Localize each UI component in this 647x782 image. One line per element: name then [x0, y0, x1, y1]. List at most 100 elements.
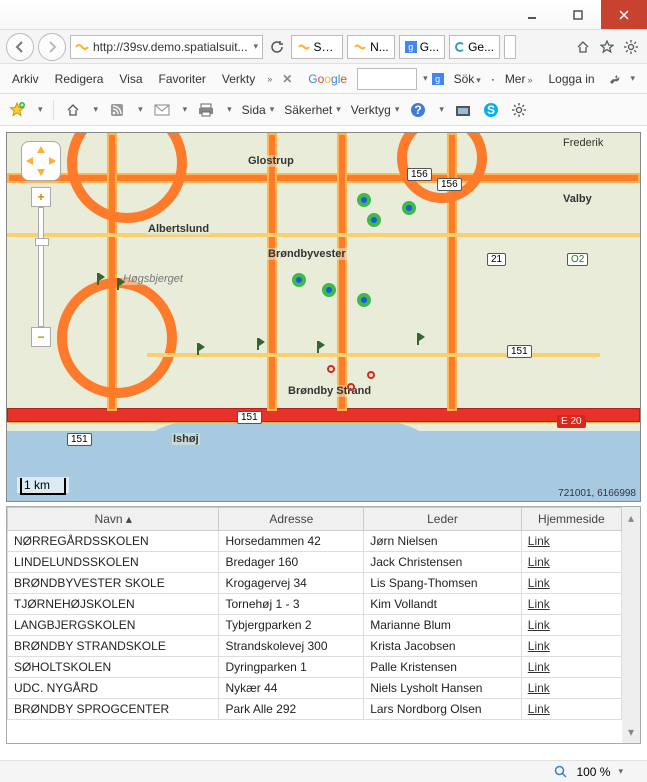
- screenshot-icon[interactable]: [454, 101, 472, 119]
- refresh-button[interactable]: [267, 37, 287, 57]
- table-row[interactable]: LANGBJERGSKOLENTybjergparken 2Marianne B…: [8, 615, 622, 636]
- window-titlebar: [0, 0, 647, 30]
- google-search-input[interactable]: [357, 68, 417, 90]
- table-row[interactable]: SØHOLTSKOLENDyringparken 1Palle Kristens…: [8, 657, 622, 678]
- verktyg-menu[interactable]: Verktyg▾: [351, 103, 400, 117]
- close-tab-x[interactable]: ✕: [276, 68, 298, 90]
- table-row[interactable]: NØRREGÅRDSSKOLENHorsedammen 42Jørn Niels…: [8, 531, 622, 552]
- menu-arkiv[interactable]: Arkiv: [6, 68, 45, 90]
- zoom-icon[interactable]: [552, 763, 570, 781]
- map-marker[interactable]: [322, 283, 336, 297]
- sida-menu[interactable]: Sida▾: [242, 103, 275, 117]
- menu-visa[interactable]: Visa: [113, 68, 148, 90]
- cell-navn: LANGBJERGSKOLEN: [8, 615, 219, 636]
- cell-link[interactable]: Link: [521, 615, 621, 636]
- flag-icon: [197, 343, 199, 355]
- feeds-icon[interactable]: [108, 101, 126, 119]
- col-hjem[interactable]: Hjemmeside: [521, 508, 621, 531]
- map-marker[interactable]: [402, 201, 416, 215]
- shield: 151: [67, 433, 92, 446]
- cell-link[interactable]: Link: [521, 594, 621, 615]
- sakerhet-menu[interactable]: Säkerhet▾: [284, 103, 341, 117]
- close-button[interactable]: [601, 0, 647, 29]
- table-row[interactable]: UDC. NYGÅRDNykær 44Niels Lysholt HansenL…: [8, 678, 622, 699]
- table-row[interactable]: TJØRNEHØJSKOLENTornehøj 1 - 3Kim Volland…: [8, 594, 622, 615]
- back-button[interactable]: [6, 33, 34, 61]
- tab-0[interactable]: Sp...: [291, 35, 343, 59]
- sok-button[interactable]: Sök▾: [448, 68, 487, 90]
- zoom-out-button[interactable]: −: [31, 327, 51, 347]
- mail-icon[interactable]: [153, 101, 171, 119]
- gear-icon[interactable]: [510, 101, 528, 119]
- help-icon[interactable]: ?: [409, 101, 427, 119]
- menu-verktyg[interactable]: Verkty: [216, 68, 261, 90]
- zoom-readout: 100 %: [576, 765, 610, 779]
- menu-overflow-icon[interactable]: »: [267, 74, 272, 84]
- cell-adresse: Strandskolevej 300: [219, 636, 364, 657]
- tab-1[interactable]: N...: [347, 35, 395, 59]
- address-bar[interactable]: http://39sv.demo.spatialsuit... ▾: [70, 35, 263, 59]
- map-marker[interactable]: [357, 193, 371, 207]
- new-tab-button[interactable]: [504, 35, 516, 59]
- logga-in-button[interactable]: Logga in: [543, 68, 601, 90]
- zoom-control[interactable]: + −: [31, 187, 51, 347]
- cell-link[interactable]: Link: [521, 636, 621, 657]
- table-scrollbar[interactable]: ▴ ▾: [622, 507, 640, 743]
- map-marker-red[interactable]: [327, 365, 335, 373]
- menu-favoriter[interactable]: Favoriter: [153, 68, 212, 90]
- table-row[interactable]: BRØNDBYVESTER SKOLEKrogagervej 34Lis Spa…: [8, 573, 622, 594]
- add-favorite-icon[interactable]: [8, 101, 26, 119]
- search-dropdown-icon[interactable]: ▾: [423, 73, 428, 84]
- tab-icon: [455, 42, 465, 52]
- map-marker[interactable]: [292, 273, 306, 287]
- table-row[interactable]: BRØNDBY SPROGCENTERPark Alle 292Lars Nor…: [8, 699, 622, 720]
- table-row[interactable]: BRØNDBY STRANDSKOLEStrandskolevej 300Kri…: [8, 636, 622, 657]
- skype-icon[interactable]: S: [482, 101, 500, 119]
- url-dropdown-icon[interactable]: ▾: [254, 41, 259, 52]
- minimize-button[interactable]: [509, 0, 555, 29]
- map-label-glostrup: Glostrup: [247, 155, 295, 167]
- zoom-track[interactable]: [38, 207, 44, 327]
- pan-control[interactable]: [21, 141, 61, 181]
- col-navn[interactable]: Navn ▴: [8, 508, 219, 531]
- zoom-dropdown-icon[interactable]: ▾: [618, 766, 623, 777]
- wrench-icon[interactable]: [605, 69, 625, 89]
- cell-adresse: Bredager 160: [219, 552, 364, 573]
- favorites-star-icon[interactable]: [597, 37, 617, 57]
- home-icon[interactable]: [573, 37, 593, 57]
- menu-redigera[interactable]: Redigera: [49, 68, 110, 90]
- scroll-down-icon[interactable]: ▾: [628, 725, 634, 739]
- settings-gear-icon[interactable]: [621, 37, 641, 57]
- cell-link[interactable]: Link: [521, 657, 621, 678]
- map-view[interactable]: Glostrup Albertslund Brøndbyvester Brønd…: [6, 132, 641, 502]
- tab-2[interactable]: gG...: [399, 35, 445, 59]
- col-leder[interactable]: Leder: [364, 508, 522, 531]
- zoom-thumb[interactable]: [35, 238, 49, 246]
- mer-button[interactable]: Mer»: [499, 68, 539, 90]
- cell-link[interactable]: Link: [521, 552, 621, 573]
- cell-adresse: Park Alle 292: [219, 699, 364, 720]
- status-bar: 100 % ▾: [0, 760, 647, 782]
- cell-leder: Krista Jacobsen: [364, 636, 522, 657]
- scroll-up-icon[interactable]: ▴: [628, 511, 634, 525]
- cell-link[interactable]: Link: [521, 699, 621, 720]
- map-marker-red[interactable]: [367, 371, 375, 379]
- forward-button[interactable]: [38, 33, 66, 61]
- tab-3[interactable]: Ge...: [449, 35, 500, 59]
- maximize-button[interactable]: [555, 0, 601, 29]
- map-marker[interactable]: [367, 213, 381, 227]
- cell-link[interactable]: Link: [521, 678, 621, 699]
- cell-adresse: Tybjergparken 2: [219, 615, 364, 636]
- table-row[interactable]: LINDELUNDSSKOLENBredager 160Jack Christe…: [8, 552, 622, 573]
- shield: 151: [507, 345, 532, 358]
- home-icon[interactable]: [64, 101, 82, 119]
- google-logo: Google: [302, 66, 353, 91]
- cell-link[interactable]: Link: [521, 573, 621, 594]
- col-adresse[interactable]: Adresse: [219, 508, 364, 531]
- map-marker[interactable]: [357, 293, 371, 307]
- print-icon[interactable]: [197, 101, 215, 119]
- map-marker-red[interactable]: [347, 383, 355, 391]
- cell-link[interactable]: Link: [521, 531, 621, 552]
- shield-motorway: E 20: [557, 415, 586, 428]
- zoom-in-button[interactable]: +: [31, 187, 51, 207]
